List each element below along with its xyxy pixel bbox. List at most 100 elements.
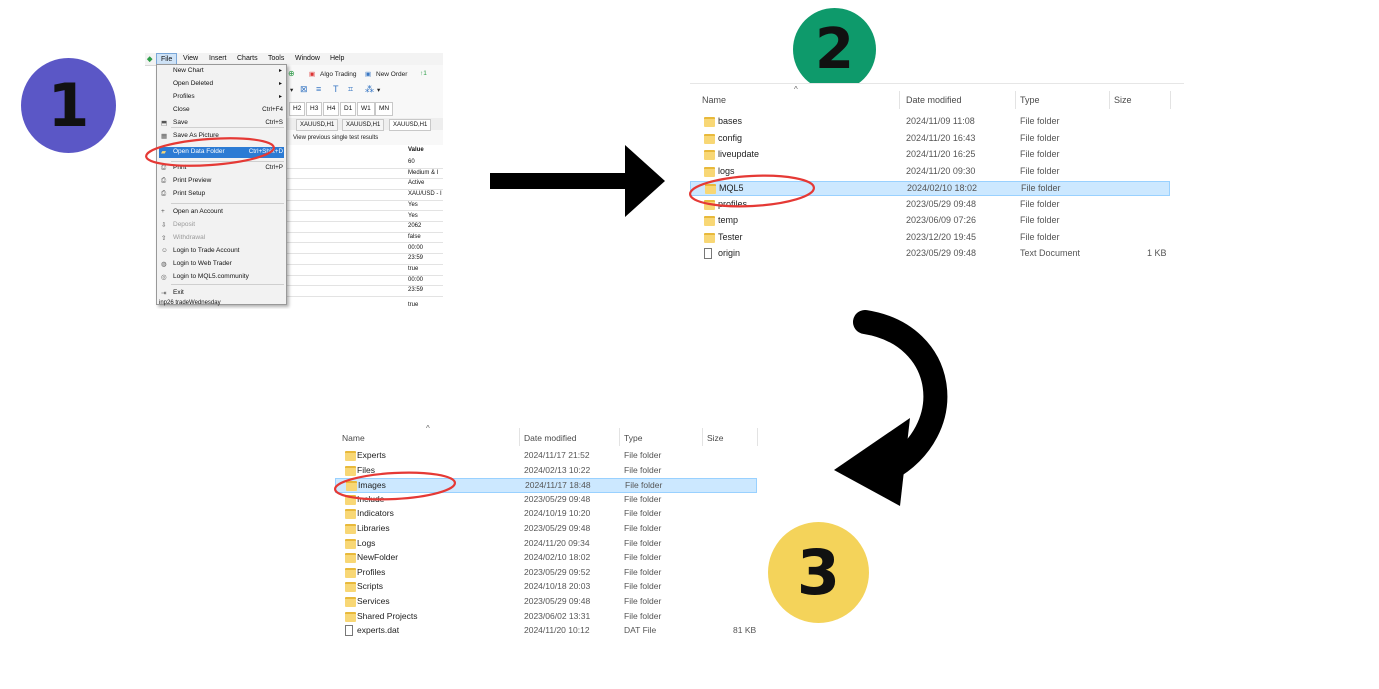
new-order-icon[interactable]: ▣ [365,70,371,78]
tester-results-tab[interactable]: View previous single test results [293,135,378,141]
file-type: File folder [1020,215,1060,225]
timeframe-w1[interactable]: W1 [357,102,375,116]
menu-help[interactable]: Help [330,55,344,62]
timeframe-h3[interactable]: H3 [306,102,323,116]
file-type: File folder [1020,132,1060,143]
menu-tools[interactable]: Tools [268,55,284,62]
file-row-experts-dat[interactable]: experts.dat 2024/11/20 10:12 DAT File 81 KB [335,624,757,639]
file-row-liveupdate[interactable]: liveupdate 2024/11/20 16:25 File folder [690,148,1170,163]
file-name: config [718,132,743,143]
file-type: File folder [1020,165,1060,176]
algo-trading-icon[interactable]: ▣ [309,70,315,78]
menu-item-deposit[interactable]: Deposit [173,221,195,228]
column-separator[interactable] [519,428,520,446]
menu-shortcut: Ctrl+F4 [262,106,283,113]
menu-item-profiles[interactable]: Profiles [173,93,195,100]
text-tool-icon[interactable]: T [333,84,339,94]
file-row-scripts[interactable]: Scripts 2024/10/18 20:03 File folder [335,580,757,595]
chart-up-icon[interactable]: ↑1 [420,70,427,77]
algo-trading-button[interactable]: Algo Trading [320,71,357,78]
file-name: experts.dat [357,625,400,636]
column-header-name[interactable]: Name [342,433,365,443]
menu-item-login-to-web-trader[interactable]: Login to Web Trader [173,260,232,267]
file-row-logs[interactable]: Logs 2024/11/20 09:34 File folder [335,537,757,552]
timeframe-h4[interactable]: H4 [323,102,340,116]
file-type: File folder [1020,149,1060,159]
menu-item-print-preview[interactable]: Print Preview [173,177,211,184]
timeframe-h2[interactable]: H2 [289,102,306,116]
menu-item-open-deleted[interactable]: Open Deleted [173,80,213,87]
folder-icon [704,150,715,160]
file-row-experts[interactable]: Experts 2024/11/17 21:52 File folder [335,449,757,464]
column-separator[interactable] [619,428,620,446]
menu-insert[interactable]: Insert [209,55,227,62]
menu-window[interactable]: Window [295,55,320,62]
dropdown-icon[interactable]: ▾ [290,86,293,94]
withdrawal-icon: ⇧ [161,235,167,242]
menu-item-login-to-trade-account[interactable]: Login to Trade Account [173,247,240,254]
file-row-shared-projects[interactable]: Shared Projects 2023/06/02 13:31 File fold… [335,610,757,625]
document-icon [345,625,353,637]
column-header-name[interactable]: Name [702,95,726,105]
date-modified: 2024/11/20 10:12 [524,625,590,636]
menu-charts[interactable]: Charts [237,55,258,62]
parameter-name: inp26 tradeWednesday [159,300,221,306]
menu-item-open-an-account[interactable]: Open an Account [173,208,223,215]
timeframe-mn[interactable]: MN [375,102,394,116]
file-row-libraries[interactable]: Libraries 2023/05/29 09:48 File folder [335,522,757,537]
shapes-dropdown-icon[interactable]: ▾ [377,86,380,94]
new-order-button[interactable]: New Order [376,71,407,78]
chart-tab[interactable]: XAUUSD,H1 [342,119,385,131]
column-header-date-modified[interactable]: Date modified [524,433,576,443]
column-header-type[interactable]: Type [1020,95,1040,105]
file-row-origin[interactable]: origin 2023/05/29 09:48 Text Document 1 KB [690,247,1170,262]
menu-item-save[interactable]: Save [173,119,188,126]
column-header-size[interactable]: Size [1114,95,1132,105]
column-header-size[interactable]: Size [707,433,724,443]
column-header-type[interactable]: Type [624,433,642,443]
toolbar-icon[interactable]: ⊕ [288,69,295,78]
date-modified: 2023/05/29 09:48 [524,523,591,533]
folder-icon [704,133,715,144]
file-row-profiles[interactable]: Profiles 2023/05/29 09:52 File folder [335,566,757,581]
channel-tool-icon[interactable]: ≡ [316,84,321,94]
date-modified: 2024/02/10 18:02 [907,183,978,193]
file-row-tester[interactable]: Tester 2023/12/20 19:45 File folder [690,231,1170,246]
file-type: Text Document [1020,248,1081,258]
file-row-bases[interactable]: bases 2024/11/09 11:08 File folder [690,115,1170,130]
menu-item-close[interactable]: Close [173,106,190,113]
parameter-row[interactable]: 23:59 [285,285,443,297]
date-modified: 2023/06/02 13:31 [524,610,591,621]
menu-separator [171,127,284,128]
column-separator[interactable] [1109,91,1110,109]
menu-item-withdrawal[interactable]: Withdrawal [173,234,205,241]
file-name: Services [357,596,390,606]
menu-item-login-to-mql5-community[interactable]: Login to MQL5.community [173,273,249,280]
menu-item-print-setup[interactable]: Print Setup [173,190,205,197]
file-type: File folder [625,480,663,491]
line-chart-tool-icon[interactable]: ⊠ [300,84,308,95]
column-separator[interactable] [1015,91,1016,109]
timeframe-d1[interactable]: D1 [340,102,357,116]
file-row-services[interactable]: Services 2023/05/29 09:48 File folder [335,595,757,610]
deposit-icon: ⇩ [161,222,167,229]
file-type: File folder [624,450,662,460]
column-separator[interactable] [1170,91,1171,109]
file-type: DAT File [624,625,657,636]
menu-view[interactable]: View [183,55,198,62]
menu-item-new-chart[interactable]: New Chart [173,67,204,74]
chart-tab[interactable]: XAUUSD,H1 [296,119,339,131]
fibo-tool-icon[interactable]: ⌗ [348,84,353,95]
file-type: File folder [624,508,662,519]
column-separator[interactable] [899,91,900,109]
chart-tab-active[interactable]: XAUUSD,H1 [389,119,432,131]
file-row-config[interactable]: config 2024/11/20 16:43 File folder [690,132,1170,147]
file-row-temp[interactable]: temp 2023/06/09 07:26 File folder [690,214,1170,229]
column-header-date-modified[interactable]: Date modified [906,95,962,105]
column-separator[interactable] [757,428,758,446]
file-row-indicators[interactable]: Indicators 2024/10/19 10:20 File folder [335,507,757,522]
menu-item-exit[interactable]: Exit [173,289,184,296]
shapes-tool-icon[interactable]: ⁂ [365,84,374,95]
column-separator[interactable] [702,428,703,446]
file-row-newfolder[interactable]: NewFolder 2024/02/10 18:02 File folder [335,551,757,566]
